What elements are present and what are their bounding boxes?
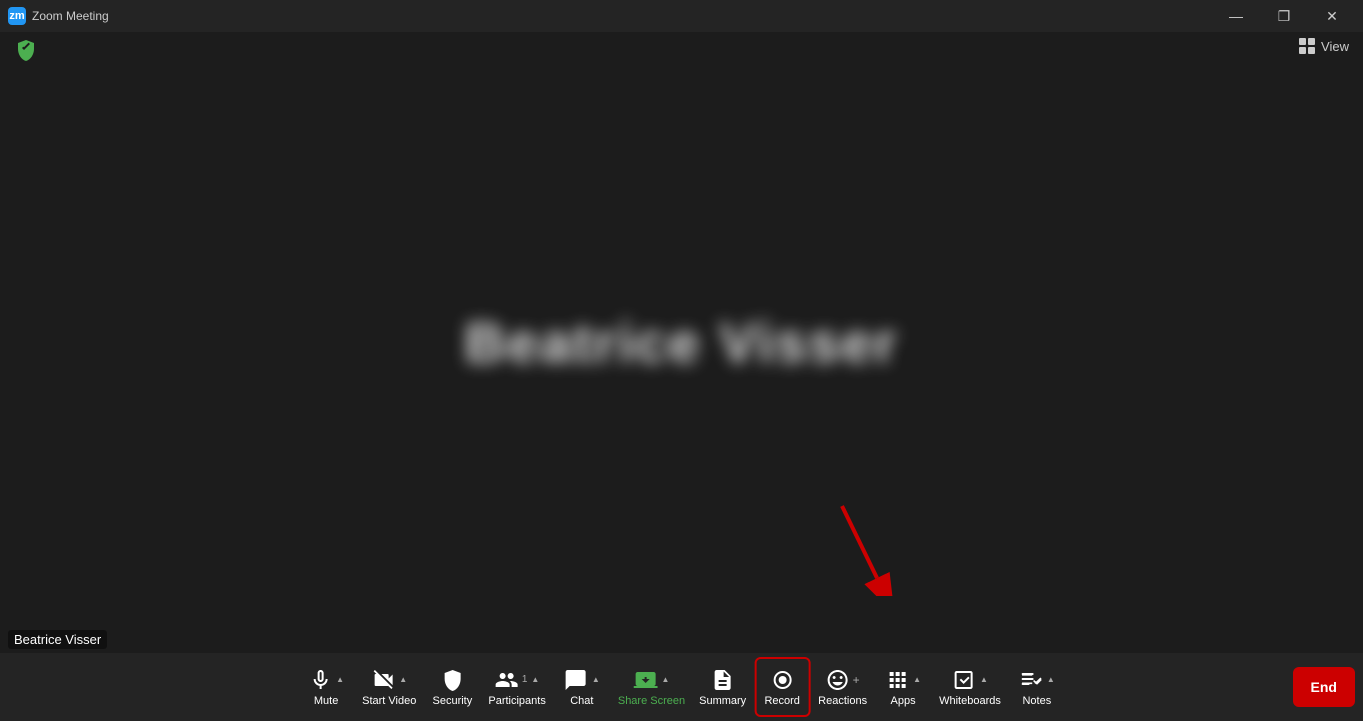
chat-caret: ▲ (592, 675, 600, 684)
record-label: Record (764, 695, 799, 707)
view-icon (1299, 38, 1315, 54)
apps-icon (885, 668, 909, 692)
mute-caret: ▲ (336, 675, 344, 684)
summary-icon (711, 668, 735, 692)
chat-label: Chat (570, 695, 593, 707)
chat-icon-area: ▲ (564, 668, 600, 692)
record-icon-area (770, 668, 794, 692)
notes-icon-area: ▲ (1019, 668, 1055, 692)
summary-icon-area (711, 668, 735, 692)
participants-button[interactable]: 1 ▲ Participants (482, 657, 551, 717)
summary-button[interactable]: Summary (693, 657, 752, 717)
mute-icon-area: ▲ (308, 668, 344, 692)
apps-caret: ▲ (913, 675, 921, 684)
security-button[interactable]: Security (424, 657, 480, 717)
zoom-logo: zm (8, 7, 26, 25)
start-video-label: Start Video (362, 695, 416, 707)
shield-svg (14, 38, 38, 62)
maximize-button[interactable]: ❐ (1261, 0, 1307, 32)
whiteboards-label: Whiteboards (939, 695, 1001, 707)
mute-icon (308, 668, 332, 692)
apps-icon-area: ▲ (885, 668, 921, 692)
whiteboards-icon (952, 668, 976, 692)
participant-name-blurred: Beatrice Visser (465, 310, 899, 375)
title-bar: zm Zoom Meeting — ❐ ✕ (0, 0, 1363, 32)
main-video-area: Beatrice Visser (0, 32, 1363, 653)
reactions-plus-icon: + (853, 673, 860, 687)
end-button[interactable]: End (1293, 667, 1355, 707)
participants-label: Participants (488, 695, 545, 707)
title-bar-left: zm Zoom Meeting (8, 7, 109, 25)
whiteboards-button[interactable]: ▲ Whiteboards (933, 657, 1007, 717)
record-icon (770, 668, 794, 692)
toolbar: ▲ Mute ▲ Start Video Security (0, 653, 1363, 721)
start-video-button[interactable]: ▲ Start Video (356, 657, 422, 717)
apps-label: Apps (891, 695, 916, 707)
mute-label: Mute (314, 695, 338, 707)
view-button[interactable]: View (1299, 38, 1349, 54)
start-video-icon-area: ▲ (371, 668, 407, 692)
participants-count: 1 (522, 674, 528, 685)
video-off-icon (371, 668, 395, 692)
notes-label: Notes (1022, 695, 1051, 707)
minimize-button[interactable]: — (1213, 0, 1259, 32)
chat-icon (564, 668, 588, 692)
share-screen-icon-area: ▲ (634, 668, 670, 692)
window-title: Zoom Meeting (32, 9, 109, 23)
whiteboards-icon-area: ▲ (952, 668, 988, 692)
toolbar-right: End (1293, 667, 1355, 707)
window-controls: — ❐ ✕ (1213, 0, 1355, 32)
participants-caret: ▲ (531, 675, 539, 684)
share-screen-label: Share Screen (618, 695, 685, 707)
close-button[interactable]: ✕ (1309, 0, 1355, 32)
participants-icon-area: 1 ▲ (495, 668, 539, 692)
chat-button[interactable]: ▲ Chat (554, 657, 610, 717)
toolbar-center: ▲ Mute ▲ Start Video Security (298, 657, 1065, 717)
security-icon (440, 668, 464, 692)
reactions-icon-area: + (826, 668, 860, 692)
reactions-label: Reactions (818, 695, 867, 707)
share-screen-icon (634, 668, 658, 692)
notes-icon (1019, 668, 1043, 692)
security-label: Security (432, 695, 472, 707)
security-icon-area (440, 668, 464, 692)
participants-icon (495, 668, 519, 692)
share-screen-caret: ▲ (662, 675, 670, 684)
security-shield-icon (14, 38, 38, 67)
video-caret: ▲ (399, 675, 407, 684)
notes-button[interactable]: ▲ Notes (1009, 657, 1065, 717)
reactions-icon (826, 668, 850, 692)
participant-label: Beatrice Visser (8, 630, 107, 649)
whiteboards-caret: ▲ (980, 675, 988, 684)
summary-label: Summary (699, 695, 746, 707)
reactions-button[interactable]: + Reactions (812, 657, 873, 717)
apps-button[interactable]: ▲ Apps (875, 657, 931, 717)
share-screen-button[interactable]: ▲ Share Screen (612, 657, 691, 717)
mute-button[interactable]: ▲ Mute (298, 657, 354, 717)
record-button[interactable]: Record (754, 657, 810, 717)
notes-caret: ▲ (1047, 675, 1055, 684)
